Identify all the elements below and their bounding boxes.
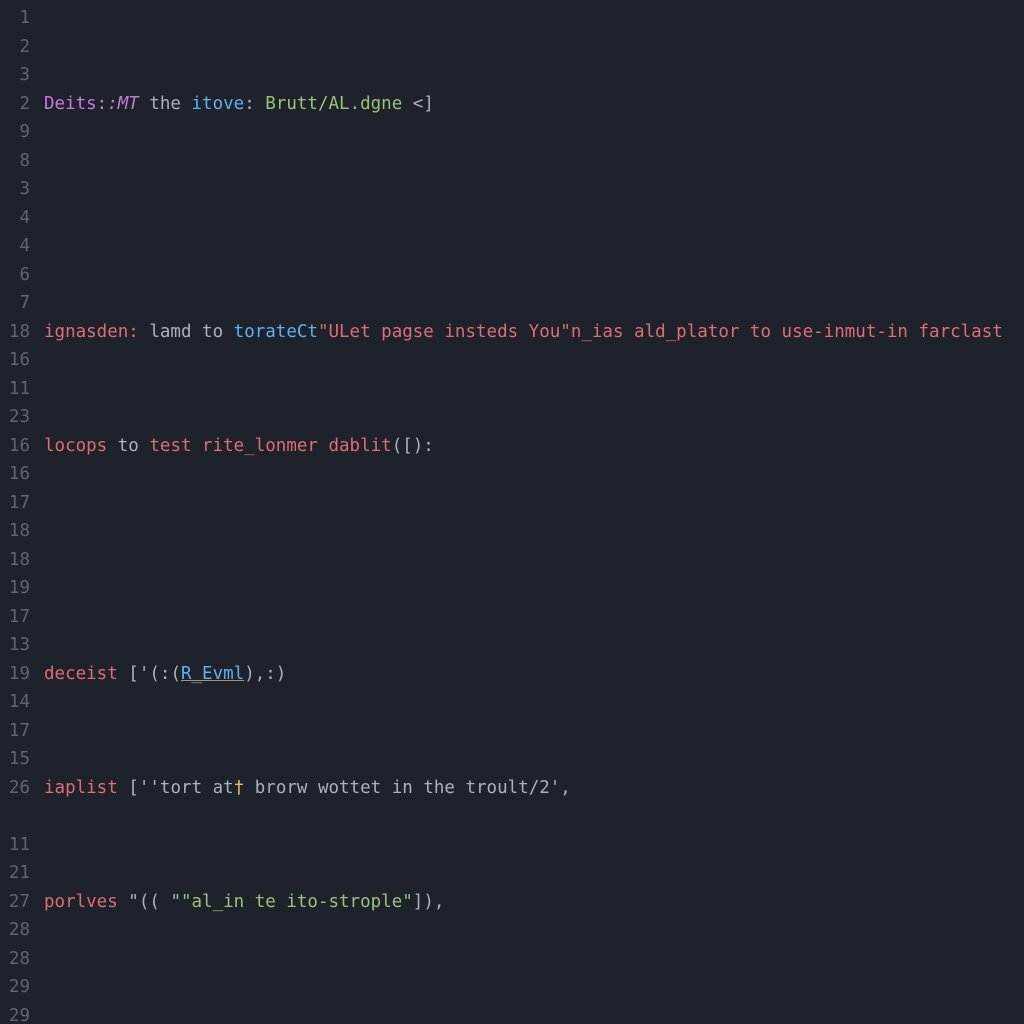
line-number: 2 [0,90,30,119]
token: ),:) [244,660,286,689]
line-number: 29 [0,1002,30,1024]
code-line[interactable]: porlves "(( ""al_in te ito-strople"]), [44,888,1003,917]
token: to [107,432,149,461]
token: † [234,774,245,803]
line-number: 18 [0,318,30,347]
line-number: 3 [0,175,30,204]
token-keyword: :MT [107,90,139,119]
line-number: 11 [0,375,30,404]
token: the [139,90,192,119]
line-number: 8 [0,147,30,176]
line-number: 17 [0,717,30,746]
line-number: 21 [0,859,30,888]
line-number [0,802,30,831]
token-warn: ignasden: [44,318,139,347]
line-number: 16 [0,460,30,489]
token: ([): [392,432,434,461]
code-content[interactable]: Deits::MT the itove: Brutt/AL.dgne <] ig… [38,0,1003,1024]
code-line[interactable]: iaplist [''tort at† brorw wottet in the … [44,774,1003,803]
token-string: "al_in te ito-strople" [181,888,413,917]
line-number: 27 [0,888,30,917]
token: : [244,90,265,119]
token: [''tort at [118,774,234,803]
token-string: Brutt/AL.dgne [265,90,402,119]
token-ident: itove [192,90,245,119]
code-line[interactable]: deceist ['(:(R_Evml),:) [44,660,1003,689]
code-line[interactable]: Deits::MT the itove: Brutt/AL.dgne <] [44,90,1003,119]
line-number: 18 [0,546,30,575]
line-number: 17 [0,489,30,518]
line-number: 3 [0,61,30,90]
line-number: 19 [0,574,30,603]
token-warn: locops [44,432,107,461]
code-line[interactable]: locops to test rite_lonmer dablit([): [44,432,1003,461]
token: <] [402,90,434,119]
line-number: 18 [0,517,30,546]
code-line[interactable] [44,204,1003,233]
token: brorw wottet in the troult/2', [244,774,571,803]
token: lamd to [139,318,234,347]
line-number: 17 [0,603,30,632]
line-number: 28 [0,945,30,974]
token-warn: test rite_lonmer dablit [149,432,391,461]
line-number: 16 [0,346,30,375]
line-number: 16 [0,432,30,461]
token-warn: deceist [44,660,118,689]
line-number: 6 [0,261,30,290]
token-warn: iaplist [44,774,118,803]
code-editor[interactable]: 1232983446718161123161617181819171319141… [0,0,1024,1024]
token-warn: porlves [44,888,118,917]
line-number: 1 [0,4,30,33]
line-number-gutter: 1232983446718161123161617181819171319141… [0,0,38,1024]
code-line[interactable] [44,1002,1003,1024]
token: ['(:( [118,660,181,689]
token: "(( " [118,888,181,917]
line-number: 9 [0,118,30,147]
line-number: 15 [0,745,30,774]
line-number: 2 [0,33,30,62]
line-number: 7 [0,289,30,318]
line-number: 11 [0,831,30,860]
line-number: 13 [0,631,30,660]
code-line[interactable]: ignasden: lamd to torateCt"ULet pagse in… [44,318,1003,347]
line-number: 4 [0,204,30,233]
line-number: 28 [0,916,30,945]
token: ]), [413,888,445,917]
token-fn: torateCt [234,318,318,347]
code-line[interactable] [44,546,1003,575]
line-number: 26 [0,774,30,803]
line-number: 4 [0,232,30,261]
line-number: 19 [0,660,30,689]
token-warn: "ULet pagse insteds You"n_ias ald_plator… [318,318,1003,347]
token-ident: R_Evml [181,660,244,689]
token-keyword: Deits: [44,90,107,119]
line-number: 29 [0,973,30,1002]
line-number: 14 [0,688,30,717]
line-number: 23 [0,403,30,432]
